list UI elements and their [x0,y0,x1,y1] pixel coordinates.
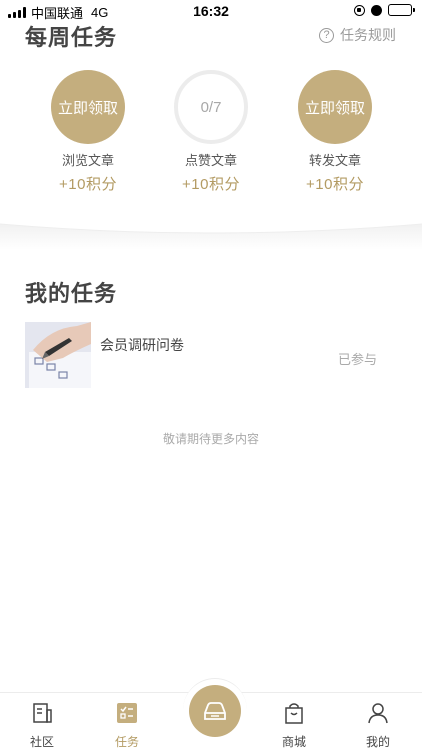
task-rules-link[interactable]: ? 任务规则 [319,25,396,45]
tab-tasks[interactable]: 任务 [92,701,162,750]
tab-profile[interactable]: 我的 [343,701,413,750]
task-browse-articles: 立即领取 浏览文章 +10积分 [28,70,148,194]
more-content-hint: 敬请期待更多内容 [162,432,259,446]
task-icon [117,703,137,723]
center-car-button-frame [183,678,247,742]
tab-label: 社区 [29,735,54,749]
weekly-tasks-title: 每周任务 [25,25,118,50]
question-circle-icon: ? [319,27,334,43]
battery-icon [388,4,415,16]
progress-ring: 0/7 [174,70,248,144]
task-share-articles: 立即领取 转发文章 +10积分 [275,70,395,194]
status-bar: 中国联通 4G 16:32 [0,0,422,22]
car-icon [204,702,226,720]
tab-label: 我的 [365,735,390,749]
task-name: 浏览文章 [61,153,114,168]
status-icons [354,4,415,16]
my-task-status: 已参与 [337,352,377,367]
community-icon [33,703,52,723]
rotation-lock-icon [354,4,365,16]
task-points: +10积分 [182,176,240,193]
tab-label: 商城 [281,735,306,749]
claim-button[interactable]: 立即领取 [51,70,125,144]
my-task-item[interactable]: 会员调研问卷 已参与 [25,322,397,390]
shop-bag-icon [285,703,303,724]
task-points: +10积分 [306,176,364,193]
center-car-button[interactable] [189,685,241,737]
task-name: 转发文章 [308,153,361,168]
task-rules-label: 任务规则 [340,27,396,43]
section-divider [0,223,422,250]
weekly-task-list: 立即领取 浏览文章 +10积分 0/7 点赞文章 +10积分 立即领取 转发文章… [0,70,422,193]
task-points: +10积分 [59,176,117,193]
my-tasks-title: 我的任务 [25,281,118,306]
task-like-articles: 0/7 点赞文章 +10积分 [151,70,271,194]
tab-community[interactable]: 社区 [7,701,77,750]
survey-thumbnail [25,322,91,388]
claim-button[interactable]: 立即领取 [298,70,372,144]
my-task-name: 会员调研问卷 [100,337,184,353]
tab-label: 任务 [114,735,139,749]
profile-icon [368,703,388,724]
alarm-icon [371,4,382,16]
task-name: 点赞文章 [184,153,237,168]
tab-shop[interactable]: 商城 [259,701,329,750]
